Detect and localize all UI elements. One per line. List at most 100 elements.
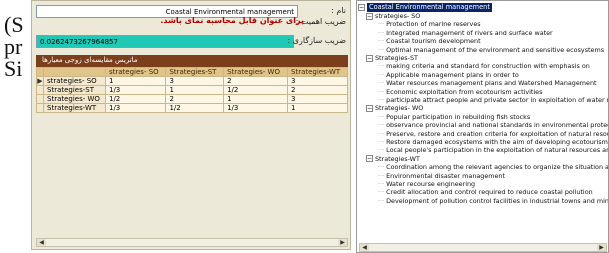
comparison-grid: strategies- SO Strategies-ST Strategies-… bbox=[36, 67, 348, 113]
tree-connector: ··· bbox=[378, 129, 387, 138]
grid-cell[interactable]: 3 bbox=[165, 76, 225, 86]
row-label: Strategies-ST bbox=[43, 85, 106, 95]
table-row[interactable]: Strategies-ST 1/3 1 1/2 2 bbox=[36, 85, 348, 95]
row-selector-marker bbox=[36, 94, 44, 104]
tree-group-label: strategies- SO bbox=[375, 12, 421, 20]
tree-leaf-label: Protection of marine reserves bbox=[386, 20, 481, 29]
tree-connector: ··· bbox=[378, 20, 387, 29]
tree-leaf-label: Local people's participation in the expl… bbox=[386, 146, 609, 155]
tree-connector: ··· bbox=[378, 196, 387, 205]
tree-leaf-label: Economic exploitation from ecotourism ac… bbox=[386, 87, 543, 96]
tree-connector: ··· bbox=[378, 112, 387, 121]
grid-header-wo[interactable]: Strategies- WO bbox=[223, 67, 289, 77]
tree-connector: ··· bbox=[378, 138, 387, 146]
tree-connector: ··· bbox=[378, 180, 387, 188]
grid-cell[interactable]: 1/2 bbox=[165, 103, 225, 113]
tree-leaf-label: Restore damaged ecosystems with the aim … bbox=[386, 138, 608, 146]
background-text-3: Si bbox=[4, 56, 23, 81]
tree-leaf-label: observance provincial and national stand… bbox=[386, 121, 609, 130]
tree-leaf-label: participate attract people and private s… bbox=[386, 96, 609, 104]
collapse-icon[interactable]: − bbox=[366, 54, 373, 62]
row-selector-marker bbox=[36, 103, 44, 113]
tree-leaf-label: Coastal tourism development bbox=[386, 37, 481, 46]
grid-cell[interactable]: 1 bbox=[104, 76, 167, 86]
grid-cell[interactable]: 1 bbox=[223, 94, 289, 104]
grid-cell[interactable]: 2 bbox=[287, 85, 348, 95]
table-row[interactable]: Strategies- WO 1/2 2 1 3 bbox=[36, 94, 348, 104]
row-label: Strategies-WT bbox=[43, 103, 106, 113]
tree-connector: ··· bbox=[378, 146, 387, 155]
tree-connector: ··· bbox=[378, 45, 387, 54]
tree-leaf-label: Applicable management plans in order to bbox=[386, 70, 519, 79]
tree-leaf-node[interactable]: ··· Development of pollution control fac… bbox=[378, 196, 609, 206]
tree-connector: ··· bbox=[378, 79, 387, 88]
grid-cell[interactable]: 1 bbox=[165, 85, 225, 95]
background-text-1: (S bbox=[4, 12, 24, 37]
pairwise-comparison-panel: Coastal Environmental management نام : ض… bbox=[31, 0, 351, 250]
tree-leaf-label: Environmental disaster management bbox=[386, 171, 505, 180]
table-row[interactable]: ▶ strategies- SO 1 3 2 3 bbox=[36, 76, 348, 86]
collapse-icon[interactable]: − bbox=[358, 4, 365, 11]
grid-cell[interactable]: 3 bbox=[287, 76, 348, 86]
grid-cell[interactable]: 1/2 bbox=[104, 94, 167, 104]
tree-leaf-label: Development of pollution control facilit… bbox=[386, 196, 609, 205]
tree-root-node[interactable]: Coastal Environmental management bbox=[367, 3, 492, 12]
tree-connector: ··· bbox=[378, 163, 387, 172]
tree-connector: ··· bbox=[378, 70, 387, 79]
consistency-row: 0.0262473267964857 ضریب سازگاری : bbox=[36, 35, 346, 49]
tree-connector: ··· bbox=[378, 37, 387, 46]
tree-connector: ··· bbox=[378, 171, 387, 180]
scroll-left-arrow-icon[interactable]: ◀ bbox=[37, 239, 46, 246]
grid-cell[interactable]: 2 bbox=[223, 76, 289, 86]
tree-connector: ··· bbox=[378, 62, 387, 71]
tree-connector: ··· bbox=[378, 96, 387, 104]
collapse-icon[interactable]: − bbox=[366, 12, 373, 20]
collapse-icon[interactable]: − bbox=[366, 155, 373, 163]
tree-group-label: Strategies-ST bbox=[375, 54, 418, 62]
tree-connector: ··· bbox=[378, 188, 387, 197]
tree-leaf-label: making criteria and standard for constru… bbox=[386, 62, 590, 71]
tree-group-label: Strategies- WO bbox=[375, 104, 424, 113]
grid-cell[interactable]: 1/3 bbox=[104, 85, 167, 95]
importance-message: برای عنوان قابل محاسبه نمای باشد. bbox=[160, 16, 304, 25]
grid-cell[interactable]: 1/3 bbox=[223, 103, 289, 113]
tree-leaf-label: Preserve, restore and creation criteria … bbox=[386, 129, 609, 138]
tree-leaf-label: Coordination among the relevant agencies… bbox=[386, 163, 609, 172]
name-label: نام : bbox=[331, 6, 346, 15]
consistency-field[interactable]: 0.0262473267964857 bbox=[36, 35, 294, 48]
grid-cell[interactable]: 3 bbox=[287, 94, 348, 104]
grid-header-st[interactable]: Strategies-ST bbox=[165, 67, 225, 77]
grid-cell[interactable]: 1 bbox=[287, 103, 348, 113]
tree-leaf-label: Credit allocation and control required t… bbox=[386, 188, 593, 197]
grid-header-row: strategies- SO Strategies-ST Strategies-… bbox=[36, 67, 348, 77]
tree-scroll-right-arrow-icon[interactable]: ▶ bbox=[597, 244, 606, 251]
tree-horizontal-scrollbar[interactable]: ◀ ▶ bbox=[359, 243, 607, 252]
grid-header-corner bbox=[43, 67, 106, 77]
tree-group-label: Strategies-WT bbox=[375, 154, 420, 163]
table-row[interactable]: Strategies-WT 1/3 1/2 1/3 1 bbox=[36, 103, 348, 113]
grid-title: ماتریس مقایسه‌ای زوجی معیارها bbox=[36, 55, 348, 67]
scroll-right-arrow-icon[interactable]: ▶ bbox=[338, 239, 347, 246]
grid-corner bbox=[36, 67, 44, 77]
tree-connector: ··· bbox=[378, 87, 387, 96]
grid-horizontal-scrollbar[interactable]: ◀ ▶ bbox=[36, 238, 348, 247]
row-selector-marker bbox=[36, 85, 44, 95]
tree-scroll-left-arrow-icon[interactable]: ◀ bbox=[360, 244, 369, 251]
row-label: strategies- SO bbox=[43, 76, 106, 86]
collapse-icon[interactable]: − bbox=[366, 104, 373, 112]
grid-header-so[interactable]: strategies- SO bbox=[104, 67, 167, 77]
strategy-tree-view[interactable]: − Coastal Environmental management − stra… bbox=[356, 0, 609, 253]
tree-leaf-label: Water resources management plans and Wat… bbox=[386, 79, 597, 88]
tree-leaf-label: Optimal management of the environment an… bbox=[386, 45, 605, 54]
tree-connector: ··· bbox=[378, 121, 387, 130]
consistency-label: ضریب سازگاری : bbox=[287, 36, 346, 45]
tree-leaf-label: Integrated management of rivers and surf… bbox=[386, 28, 553, 37]
tree-leaf-label: Popular participation in rebuilding fish… bbox=[386, 112, 531, 121]
tree-connector: ··· bbox=[378, 28, 387, 37]
row-selector-marker: ▶ bbox=[36, 76, 44, 86]
grid-header-wt[interactable]: Strategies-WT bbox=[287, 67, 348, 77]
background-text-2: pr bbox=[4, 34, 23, 59]
grid-cell[interactable]: 1/2 bbox=[223, 85, 289, 95]
grid-cell[interactable]: 2 bbox=[165, 94, 225, 104]
grid-cell[interactable]: 1/3 bbox=[104, 103, 167, 113]
